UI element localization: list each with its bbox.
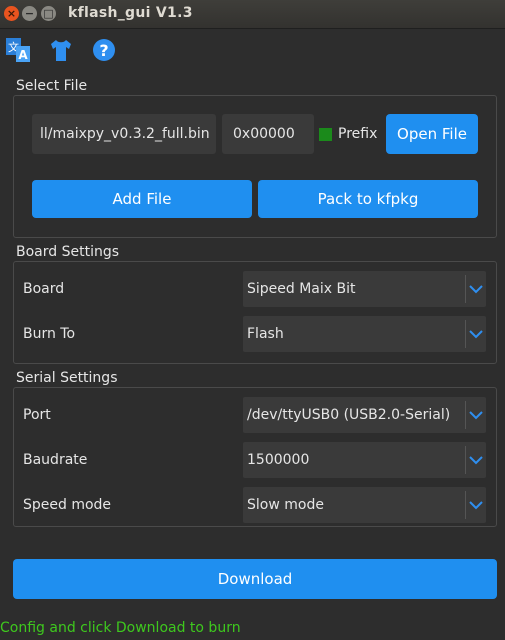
chevron-down-icon bbox=[465, 491, 486, 519]
address-field[interactable]: 0x00000 bbox=[222, 114, 314, 154]
pack-to-kfpkg-button[interactable]: Pack to kfpkg bbox=[258, 180, 478, 218]
translate-icon[interactable]: 文 A bbox=[5, 37, 31, 63]
close-window-button[interactable]: × bbox=[4, 6, 19, 21]
download-button[interactable]: Download bbox=[13, 559, 497, 599]
minimize-window-button[interactable]: − bbox=[22, 6, 37, 21]
window-title: kflash_gui V1.3 bbox=[68, 5, 193, 21]
svg-text:A: A bbox=[18, 48, 28, 62]
prefix-checkbox[interactable] bbox=[319, 128, 332, 141]
baudrate-label: Baudrate bbox=[23, 452, 88, 468]
open-file-button[interactable]: Open File bbox=[386, 114, 478, 154]
chevron-down-icon bbox=[465, 401, 486, 429]
baudrate-select[interactable]: 1500000 bbox=[243, 442, 486, 478]
port-label: Port bbox=[23, 407, 51, 423]
chevron-down-icon bbox=[465, 275, 486, 303]
help-icon[interactable]: ? bbox=[91, 37, 117, 63]
select-file-title: Select File bbox=[16, 78, 88, 94]
board-select[interactable]: Sipeed Maix Bit bbox=[243, 271, 486, 307]
chevron-down-icon bbox=[465, 446, 486, 474]
speed-mode-select-value: Slow mode bbox=[247, 497, 324, 513]
baudrate-select-value: 1500000 bbox=[247, 452, 310, 468]
port-select-value: /dev/ttyUSB0 (USB2.0-Serial) bbox=[247, 407, 451, 423]
board-settings-title: Board Settings bbox=[16, 244, 120, 260]
title-bar: × − □ kflash_gui V1.3 bbox=[0, 0, 505, 29]
svg-text:?: ? bbox=[99, 41, 108, 60]
chevron-down-icon bbox=[465, 320, 486, 348]
speed-mode-label: Speed mode bbox=[23, 497, 112, 513]
add-file-button[interactable]: Add File bbox=[32, 180, 252, 218]
tshirt-icon[interactable] bbox=[48, 37, 74, 63]
maximize-window-button[interactable]: □ bbox=[41, 6, 56, 21]
burn-to-label: Burn To bbox=[23, 326, 76, 342]
board-select-value: Sipeed Maix Bit bbox=[247, 281, 356, 297]
status-text: Config and click Download to burn bbox=[0, 620, 241, 636]
port-select[interactable]: /dev/ttyUSB0 (USB2.0-Serial) bbox=[243, 397, 486, 433]
burn-to-select[interactable]: Flash bbox=[243, 316, 486, 352]
file-path-field[interactable]: ll/maixpy_v0.3.2_full.bin bbox=[32, 114, 216, 154]
speed-mode-select[interactable]: Slow mode bbox=[243, 487, 486, 523]
prefix-label: Prefix bbox=[338, 126, 378, 142]
board-label: Board bbox=[23, 281, 65, 297]
burn-to-select-value: Flash bbox=[247, 326, 284, 342]
serial-settings-title: Serial Settings bbox=[16, 370, 118, 386]
